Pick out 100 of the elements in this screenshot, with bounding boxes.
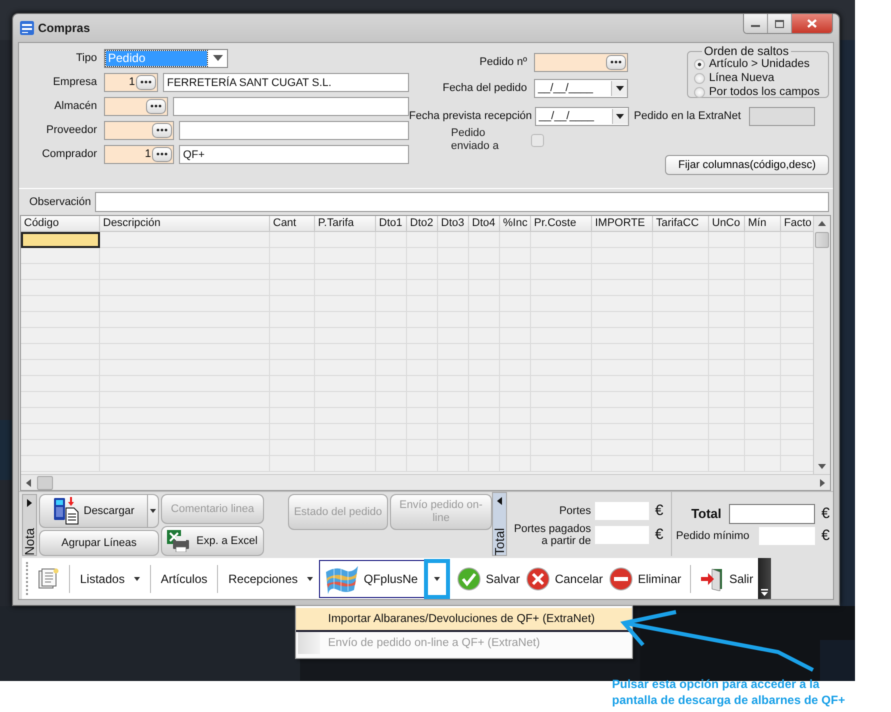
name-field[interactable]: FERRETERÍA SANT CUGAT S.L. (163, 72, 409, 92)
lookup-button[interactable] (152, 122, 172, 138)
total-field[interactable] (729, 504, 816, 524)
table-cell[interactable] (21, 232, 100, 248)
menu-button[interactable]: Recepciones (224, 564, 317, 594)
field-label: Pedido mínimo (676, 530, 750, 542)
more-icon (140, 80, 152, 84)
lookup-button[interactable] (152, 146, 172, 162)
lookup-button[interactable] (136, 74, 156, 90)
date-field[interactable]: __/__/____ (534, 78, 628, 98)
total-label: Total (691, 506, 722, 521)
cancel-icon (526, 566, 550, 590)
radio-label: Artículo > Unidades (709, 58, 810, 70)
scanner-document-icon (52, 497, 79, 525)
collapse-arrow-icon (496, 497, 502, 505)
mesh-icon (324, 564, 360, 594)
extranet-order-field (748, 106, 815, 126)
checkbox[interactable] (531, 134, 544, 146)
field-label: Pedido en la ExtraNet (634, 110, 741, 122)
maximize-button[interactable] (768, 14, 792, 33)
caret-icon (150, 509, 156, 513)
order-number-field[interactable] (534, 52, 628, 72)
expand-arrow-icon (26, 499, 32, 507)
more-icon (156, 128, 168, 132)
dropdown-arrow-icon (616, 86, 624, 90)
field-label: Portes (559, 504, 591, 516)
code-field[interactable] (104, 120, 174, 140)
field-label: Tipo (75, 52, 97, 64)
field-label: Empresa (52, 76, 97, 88)
more-icon (610, 60, 622, 64)
date-field[interactable]: __/__/____ (534, 106, 629, 126)
caret-icon (134, 576, 140, 580)
lookup-button[interactable] (606, 54, 626, 70)
radio-label: Línea Nueva (709, 72, 774, 84)
name-field[interactable]: QF+ (179, 144, 409, 164)
action-button[interactable]: Agrupar Líneas (39, 530, 159, 556)
app-icon (20, 21, 34, 35)
notes-tab[interactable]: Nota (22, 494, 37, 556)
maximize-icon (775, 20, 784, 28)
export-excel-button[interactable]: Exp. a Excel (161, 526, 264, 556)
field-label: Fecha del pedido (442, 82, 527, 94)
currency-symbol: € (655, 526, 664, 543)
free-shipping-field[interactable] (595, 526, 649, 544)
name-field[interactable] (179, 120, 409, 140)
calendar-dropdown-button[interactable] (612, 108, 628, 124)
observation-field[interactable] (95, 192, 829, 212)
dropdown-button[interactable] (148, 494, 159, 528)
close-button[interactable] (792, 14, 832, 33)
shipping-field[interactable] (595, 502, 649, 520)
currency-symbol: € (821, 505, 831, 522)
vertical-scrollbar[interactable] (813, 216, 830, 474)
scroll-thumb[interactable] (37, 476, 53, 490)
annotation-text: Pulsar esta opción para acceder a la pantalla de descarga de albarnes de QF+ (612, 676, 846, 708)
group-title: Orden de saltos (703, 46, 790, 57)
overflow-icon (761, 589, 768, 596)
highlight-frame (424, 558, 450, 598)
spreadsheet-printer-icon (167, 530, 192, 552)
toolbar-button[interactable]: Eliminar (606, 564, 684, 594)
horizontal-scrollbar[interactable] (21, 474, 830, 490)
document-icon (38, 568, 60, 590)
caret-icon (306, 576, 313, 580)
currency-symbol: € (821, 527, 831, 544)
code-field[interactable]: 1 (104, 144, 174, 164)
field-label: Almacén (53, 100, 97, 112)
scroll-thumb[interactable] (815, 232, 829, 248)
fix-columns-button[interactable]: Fijar columnas(código,desc) (665, 155, 829, 175)
radio-button[interactable] (694, 86, 705, 98)
code-field[interactable] (104, 96, 168, 116)
checkbox-label: Pedido enviado a (451, 127, 500, 153)
toolbar-button[interactable]: Salir (697, 564, 756, 594)
calendar-dropdown-button[interactable] (611, 80, 627, 96)
totals-tab[interactable]: Total (492, 492, 507, 556)
toolbar-button[interactable]: Cancelar (522, 564, 606, 594)
close-icon (807, 19, 817, 28)
code-field[interactable]: 1 (104, 72, 158, 92)
toolbar-button[interactable]: Salvar (454, 564, 523, 594)
more-icon (150, 104, 162, 108)
split-button[interactable]: QFplusNe (318, 560, 450, 598)
field-label: Proveedor (45, 124, 97, 136)
field-label: Portes pagados a partir de (512, 522, 591, 546)
menu-button[interactable]: Listados (76, 564, 144, 594)
check-icon (456, 566, 481, 590)
radio-button[interactable] (694, 58, 705, 70)
toolbar-button[interactable]: Artículos (156, 564, 212, 594)
minus-icon (608, 566, 633, 590)
field-label: Pedido nº (478, 56, 527, 68)
name-field[interactable] (173, 96, 409, 116)
field-label: Comprador (40, 148, 97, 160)
radio-button[interactable] (694, 72, 705, 84)
minimize-button[interactable] (744, 14, 768, 33)
minimum-order-field[interactable] (759, 526, 816, 544)
radio-label: Por todos los campos (709, 86, 820, 98)
exit-door-icon (700, 566, 724, 590)
dropdown-arrow-icon (616, 114, 624, 118)
window-title: Compras (38, 21, 90, 35)
menu-item[interactable]: Importar Albaranes/Devoluciones de QF+ (ExtraNet) (296, 608, 632, 632)
lookup-button[interactable] (146, 98, 166, 114)
more-icon (156, 152, 168, 156)
download-button[interactable]: Descargar (39, 494, 148, 528)
toolbar-overflow-button[interactable] (758, 558, 772, 599)
